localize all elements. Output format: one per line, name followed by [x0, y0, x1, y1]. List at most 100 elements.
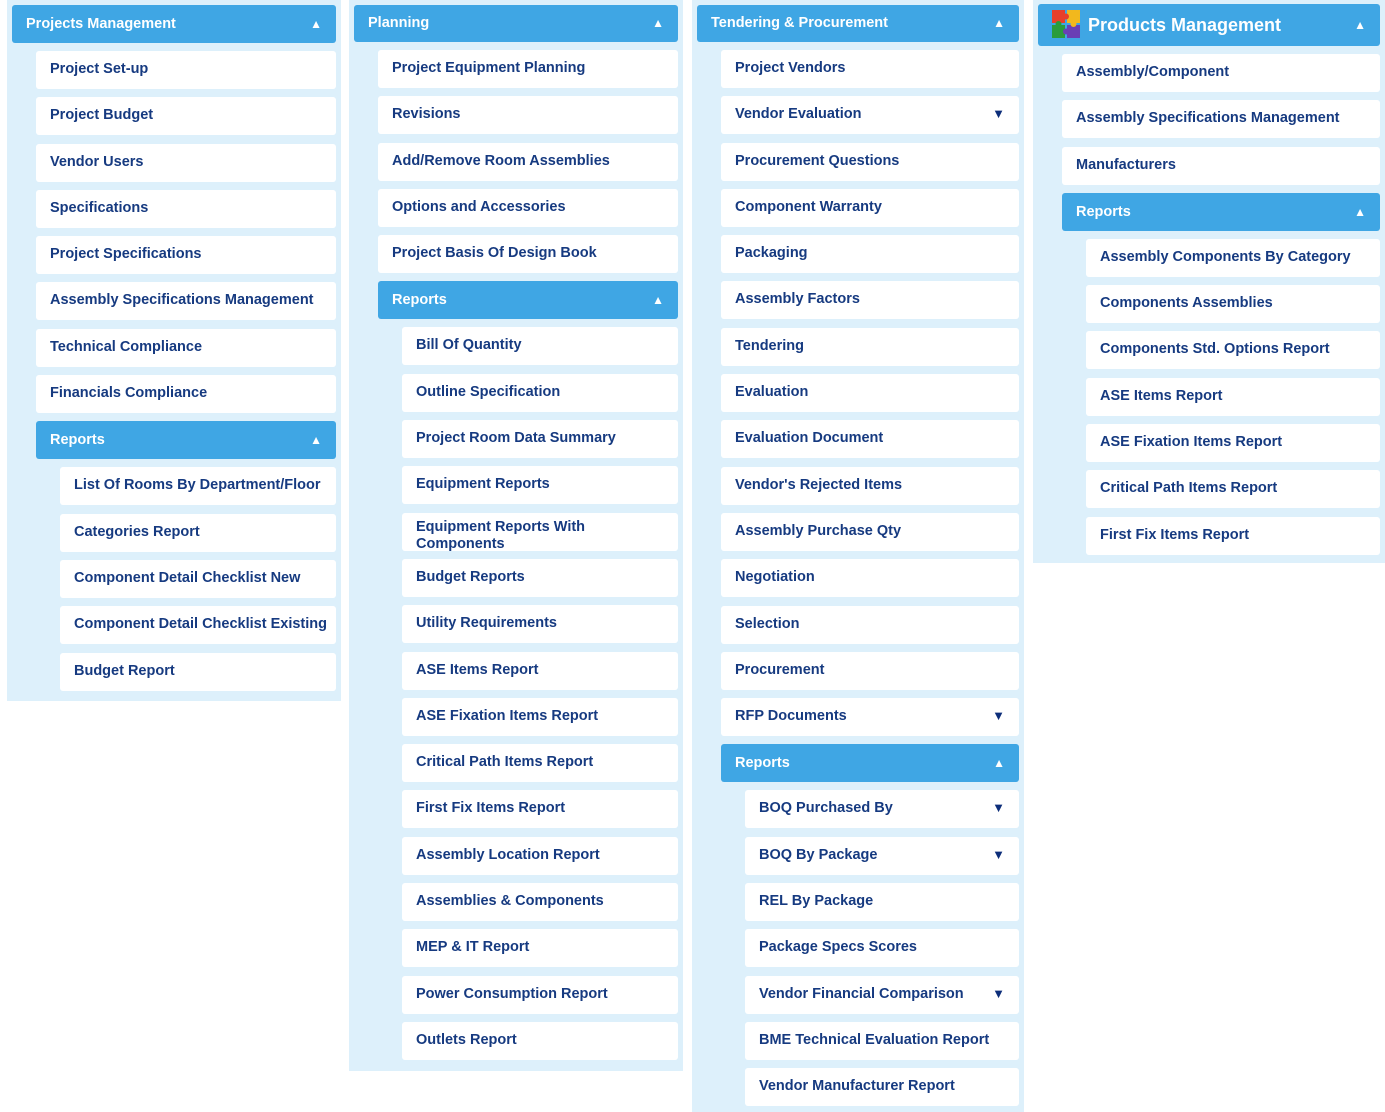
- menu-item-utility-requirements[interactable]: Utility Requirements: [402, 605, 678, 644]
- menu-item-project-specifications[interactable]: Project Specifications: [36, 236, 336, 275]
- menu-item-assembly-purchase-qty[interactable]: Assembly Purchase Qty: [721, 512, 1019, 551]
- menu-item-add-remove-room-assemblies[interactable]: Add/Remove Room Assemblies: [378, 142, 678, 181]
- menu-item-label: List Of Rooms By Department/Floor: [74, 477, 321, 494]
- collapse-icon[interactable]: ▲: [652, 5, 664, 42]
- menu-item-equipment-reports[interactable]: Equipment Reports: [402, 466, 678, 505]
- collapse-icon[interactable]: ▲: [1354, 193, 1366, 231]
- menu-item-label: RFP Documents: [735, 708, 847, 725]
- menu-item-label: Budget Report: [74, 662, 175, 679]
- collapse-icon[interactable]: ▲: [1354, 4, 1366, 46]
- menu-item-components-assemblies[interactable]: Components Assemblies: [1086, 285, 1380, 324]
- menu-item-vendor-financial-comparison[interactable]: Vendor Financial Comparison ▼: [745, 975, 1019, 1014]
- collapse-icon[interactable]: ▲: [310, 5, 322, 43]
- menu-item-rfp-documents[interactable]: RFP Documents ▼: [721, 698, 1019, 737]
- menu-item-label: First Fix Items Report: [1100, 526, 1250, 543]
- menu-item-component-detail-checklist-new[interactable]: Component Detail Checklist New: [60, 559, 336, 598]
- expand-icon[interactable]: ▼: [992, 698, 1005, 734]
- menu-item-project-set-up[interactable]: Project Set-up: [36, 51, 336, 89]
- panel-header-projects-management[interactable]: Projects Management ▲: [12, 5, 336, 43]
- menu-item-label: Negotiation: [735, 569, 815, 586]
- menu-item-project-budget[interactable]: Project Budget: [36, 97, 336, 136]
- menu-item-technical-compliance[interactable]: Technical Compliance: [36, 328, 336, 367]
- menu-item-boq-by-package[interactable]: BOQ By Package ▼: [745, 836, 1019, 875]
- menu-item-options-and-accessories[interactable]: Options and Accessories: [378, 188, 678, 227]
- menu-item-assembly-specifications-management[interactable]: Assembly Specifications Management: [1062, 100, 1380, 139]
- menu-item-revisions[interactable]: Revisions: [378, 96, 678, 135]
- expand-icon[interactable]: ▼: [992, 837, 1005, 873]
- menu-item-power-consumption-report[interactable]: Power Consumption Report: [402, 975, 678, 1014]
- menu-item-list-of-rooms-by-department-floor[interactable]: List Of Rooms By Department/Floor: [60, 467, 336, 506]
- menu-item-vendor-users[interactable]: Vendor Users: [36, 143, 336, 182]
- menu-item-rel-by-package[interactable]: REL By Package: [745, 883, 1019, 922]
- menu-list: Project Set-up Project Budget Vendor Users…: [12, 51, 336, 691]
- menu-item-project-vendors[interactable]: Project Vendors: [721, 50, 1019, 88]
- menu-item-categories-report[interactable]: Categories Report: [60, 513, 336, 552]
- menu-item-component-detail-checklist-existing[interactable]: Component Detail Checklist Existing: [60, 606, 336, 645]
- menu-item-label: Project Budget: [50, 107, 154, 124]
- expand-icon[interactable]: ▼: [992, 96, 1005, 132]
- menu-item-ase-fixation-items-report[interactable]: ASE Fixation Items Report: [1086, 424, 1380, 463]
- menu-item-boq-purchased-by[interactable]: BOQ Purchased By ▼: [745, 790, 1019, 829]
- menu-item-mep-it-report[interactable]: MEP & IT Report: [402, 929, 678, 968]
- menu-item-assembly-location-report[interactable]: Assembly Location Report: [402, 836, 678, 875]
- menu-item-specifications[interactable]: Specifications: [36, 189, 336, 228]
- menu-item-label: Equipment Reports With Components: [416, 518, 586, 552]
- panel-title: Products Management: [1088, 15, 1282, 35]
- menu-item-assembly-components-by-category[interactable]: Assembly Components By Category: [1086, 238, 1380, 277]
- menu-item-package-specs-scores[interactable]: Package Specs Scores: [745, 929, 1019, 968]
- menu-item-ase-items-report[interactable]: ASE Items Report: [402, 651, 678, 690]
- menu-item-outlets-report[interactable]: Outlets Report: [402, 1021, 678, 1060]
- menu-item-ase-items-report[interactable]: ASE Items Report: [1086, 377, 1380, 416]
- menu-item-vendor-s-rejected-items[interactable]: Vendor's Rejected Items: [721, 466, 1019, 505]
- reports-section-header[interactable]: Reports ▲: [721, 744, 1019, 783]
- reports-section-header[interactable]: Reports ▲: [36, 421, 336, 460]
- menu-item-label: Critical Path Items Report: [416, 754, 594, 771]
- menu-item-components-std-options-report[interactable]: Components Std. Options Report: [1086, 331, 1380, 370]
- menu-item-equipment-reports-with-components[interactable]: Equipment Reports With Components: [402, 512, 678, 552]
- menu-item-negotiation[interactable]: Negotiation: [721, 559, 1019, 598]
- menu-item-evaluation[interactable]: Evaluation: [721, 374, 1019, 413]
- menu-item-procurement-questions[interactable]: Procurement Questions: [721, 142, 1019, 181]
- reports-section-header[interactable]: Reports ▲: [1062, 192, 1380, 231]
- menu-item-vendor-manufacturer-report[interactable]: Vendor Manufacturer Report: [745, 1068, 1019, 1107]
- collapse-icon[interactable]: ▲: [652, 281, 664, 319]
- menu-item-project-equipment-planning[interactable]: Project Equipment Planning: [378, 50, 678, 88]
- menu-item-assembly-specifications-management[interactable]: Assembly Specifications Management: [36, 282, 336, 321]
- expand-icon[interactable]: ▼: [992, 976, 1005, 1012]
- products-management-panel: Products Management ▲ Assembly/Component…: [1033, 0, 1385, 563]
- menu-item-first-fix-items-report[interactable]: First Fix Items Report: [1086, 516, 1380, 555]
- panel-title: Projects Management: [26, 16, 176, 32]
- menu-item-project-room-data-summary[interactable]: Project Room Data Summary: [402, 420, 678, 459]
- menu-item-bill-of-quantity[interactable]: Bill Of Quantity: [402, 327, 678, 366]
- menu-item-assembly-component[interactable]: Assembly/Component: [1062, 54, 1380, 92]
- menu-item-label: Financials Compliance: [50, 385, 208, 402]
- menu-item-assembly-factors[interactable]: Assembly Factors: [721, 281, 1019, 320]
- menu-item-component-warranty[interactable]: Component Warranty: [721, 188, 1019, 227]
- menu-item-bme-technical-evaluation-report[interactable]: BME Technical Evaluation Report: [745, 1021, 1019, 1060]
- menu-item-project-basis-of-design-book[interactable]: Project Basis Of Design Book: [378, 235, 678, 274]
- panel-header-products-management[interactable]: Products Management ▲: [1038, 4, 1380, 46]
- menu-item-outline-specification[interactable]: Outline Specification: [402, 373, 678, 412]
- menu-item-procurement[interactable]: Procurement: [721, 651, 1019, 690]
- collapse-icon[interactable]: ▲: [993, 5, 1005, 42]
- menu-item-critical-path-items-report[interactable]: Critical Path Items Report: [402, 744, 678, 783]
- menu-item-packaging[interactable]: Packaging: [721, 235, 1019, 274]
- menu-item-assemblies-components[interactable]: Assemblies & Components: [402, 883, 678, 922]
- collapse-icon[interactable]: ▲: [993, 744, 1005, 782]
- panel-header-tendering-procurement[interactable]: Tendering & Procurement ▲: [697, 5, 1019, 42]
- reports-section-header[interactable]: Reports ▲: [378, 281, 678, 320]
- menu-item-ase-fixation-items-report[interactable]: ASE Fixation Items Report: [402, 697, 678, 736]
- menu-item-selection[interactable]: Selection: [721, 605, 1019, 644]
- menu-item-tendering[interactable]: Tendering: [721, 327, 1019, 366]
- menu-item-evaluation-document[interactable]: Evaluation Document: [721, 420, 1019, 459]
- menu-item-financials-compliance[interactable]: Financials Compliance: [36, 375, 336, 414]
- menu-item-budget-reports[interactable]: Budget Reports: [402, 558, 678, 597]
- expand-icon[interactable]: ▼: [992, 790, 1005, 826]
- panel-header-planning[interactable]: Planning ▲: [354, 5, 678, 42]
- menu-item-vendor-evaluation[interactable]: Vendor Evaluation ▼: [721, 96, 1019, 135]
- collapse-icon[interactable]: ▲: [310, 421, 322, 459]
- menu-item-first-fix-items-report[interactable]: First Fix Items Report: [402, 790, 678, 829]
- menu-item-budget-report[interactable]: Budget Report: [60, 652, 336, 691]
- menu-item-manufacturers[interactable]: Manufacturers: [1062, 146, 1380, 185]
- menu-item-critical-path-items-report[interactable]: Critical Path Items Report: [1086, 470, 1380, 509]
